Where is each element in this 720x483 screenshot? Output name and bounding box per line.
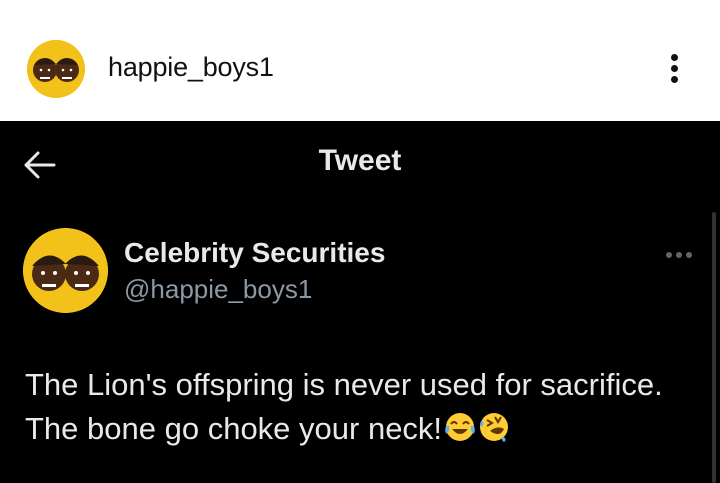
tweet-author-avatar[interactable] xyxy=(23,228,108,313)
tweet-author-handle[interactable]: @happie_boys1 xyxy=(124,274,312,305)
scrollbar[interactable] xyxy=(712,212,716,483)
tweet-text-line-2-text: The bone go choke your neck! xyxy=(25,411,443,446)
page-title: Tweet xyxy=(318,144,402,177)
instagram-username[interactable]: happie_boys1 xyxy=(108,52,274,83)
avatar-logo-icon xyxy=(27,40,85,98)
profile-avatar[interactable] xyxy=(27,40,85,98)
more-vertical-icon[interactable] xyxy=(662,50,686,86)
instagram-post-header: happie_boys1 xyxy=(0,0,720,121)
tweet-author-name[interactable]: Celebrity Securities xyxy=(124,237,385,269)
tears-of-joy-emoji-icon xyxy=(444,411,476,455)
tweet-text-line-1: The Lion's offspring is never used for s… xyxy=(25,367,663,402)
rolling-on-floor-laughing-emoji-icon xyxy=(478,411,510,455)
tweet-text: The Lion's offspring is never used for s… xyxy=(25,363,715,455)
more-horizontal-icon[interactable] xyxy=(664,248,694,262)
avatar-logo-icon xyxy=(23,228,108,313)
tweet-text-line-2: The bone go choke your neck! xyxy=(25,407,715,455)
